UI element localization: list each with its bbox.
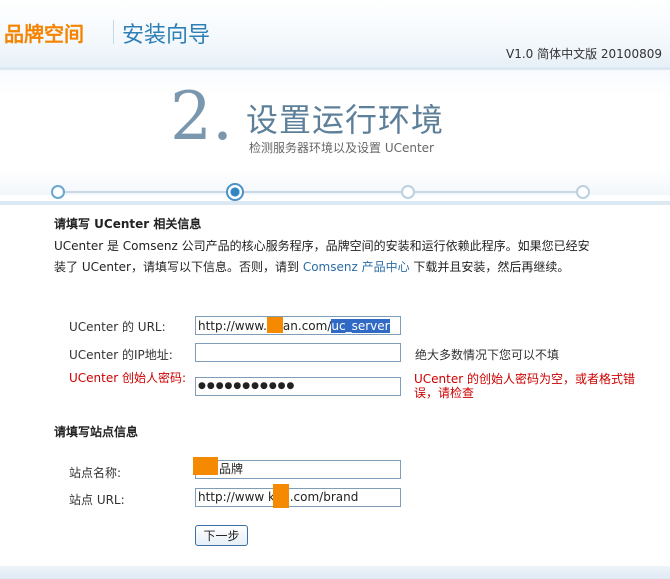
ucenter-password-label: UCenter 创始人密码: <box>69 371 187 385</box>
step-number: 2. <box>170 78 233 155</box>
ucenter-description: UCenter 是 Comsenz 公司产品的核心服务程序，品牌空间的安装和运行… <box>54 236 594 278</box>
progress-step-1 <box>51 185 65 199</box>
header-divider <box>113 20 114 44</box>
progress-track <box>58 191 584 193</box>
ucenter-url-input[interactable]: http://www. an.com/uc_server <box>195 316 401 335</box>
ucenter-ip-hint: 绝大多数情况下您可以不填 <box>415 348 560 362</box>
ucenter-ip-label: UCenter 的IP地址: <box>69 348 173 362</box>
header: 品牌空间 安装向导 V1.0 简体中文版 20100809 <box>0 0 670 70</box>
redaction-mask <box>266 317 283 333</box>
progress-step-4 <box>576 185 590 199</box>
brand-logo: 品牌空间 <box>4 22 84 46</box>
ucenter-section-title: 请填写 UCenter 相关信息 <box>54 217 202 231</box>
ucenter-url-label: UCenter 的 URL: <box>69 320 166 334</box>
wizard-title: 安装向导 <box>122 23 211 48</box>
footer-band <box>0 566 670 579</box>
comsenz-product-center-link[interactable]: Comsenz 产品中心 <box>303 260 410 274</box>
version-label: V1.0 简体中文版 20100809 <box>505 47 662 61</box>
ucenter-password-input[interactable]: ●●●●●●●●●●● <box>195 377 401 396</box>
ucenter-description-tail: 下载并且安装，然后再继续。 <box>409 260 570 274</box>
step-subtitle: 检测服务器环境以及设置 UCenter <box>249 141 434 155</box>
ucenter-url-prefix: http://www. <box>198 319 267 333</box>
ucenter-url-middle: an.com/ <box>282 319 332 333</box>
ucenter-password-error: UCenter 的创始人密码为空，或者格式错误，请检查 <box>414 372 635 400</box>
progress-step-3 <box>401 185 415 199</box>
progress-band <box>0 201 670 205</box>
progress-step-2-current <box>226 183 244 201</box>
site-url-label: 站点 URL: <box>69 493 125 507</box>
redaction-mask <box>273 484 289 508</box>
ucenter-ip-input[interactable] <box>195 343 401 362</box>
site-name-input[interactable]: 品牌 <box>195 460 401 479</box>
step-title: 设置运行环境 <box>246 101 445 139</box>
redaction-mask <box>193 457 218 475</box>
site-url-input[interactable]: http://www kan.com/brand <box>195 488 401 507</box>
site-name-label: 站点名称: <box>69 466 122 480</box>
next-button[interactable]: 下一步 <box>195 525 248 546</box>
ucenter-url-selection: uc_server <box>331 319 390 333</box>
site-section-title: 请填写站点信息 <box>54 425 139 439</box>
